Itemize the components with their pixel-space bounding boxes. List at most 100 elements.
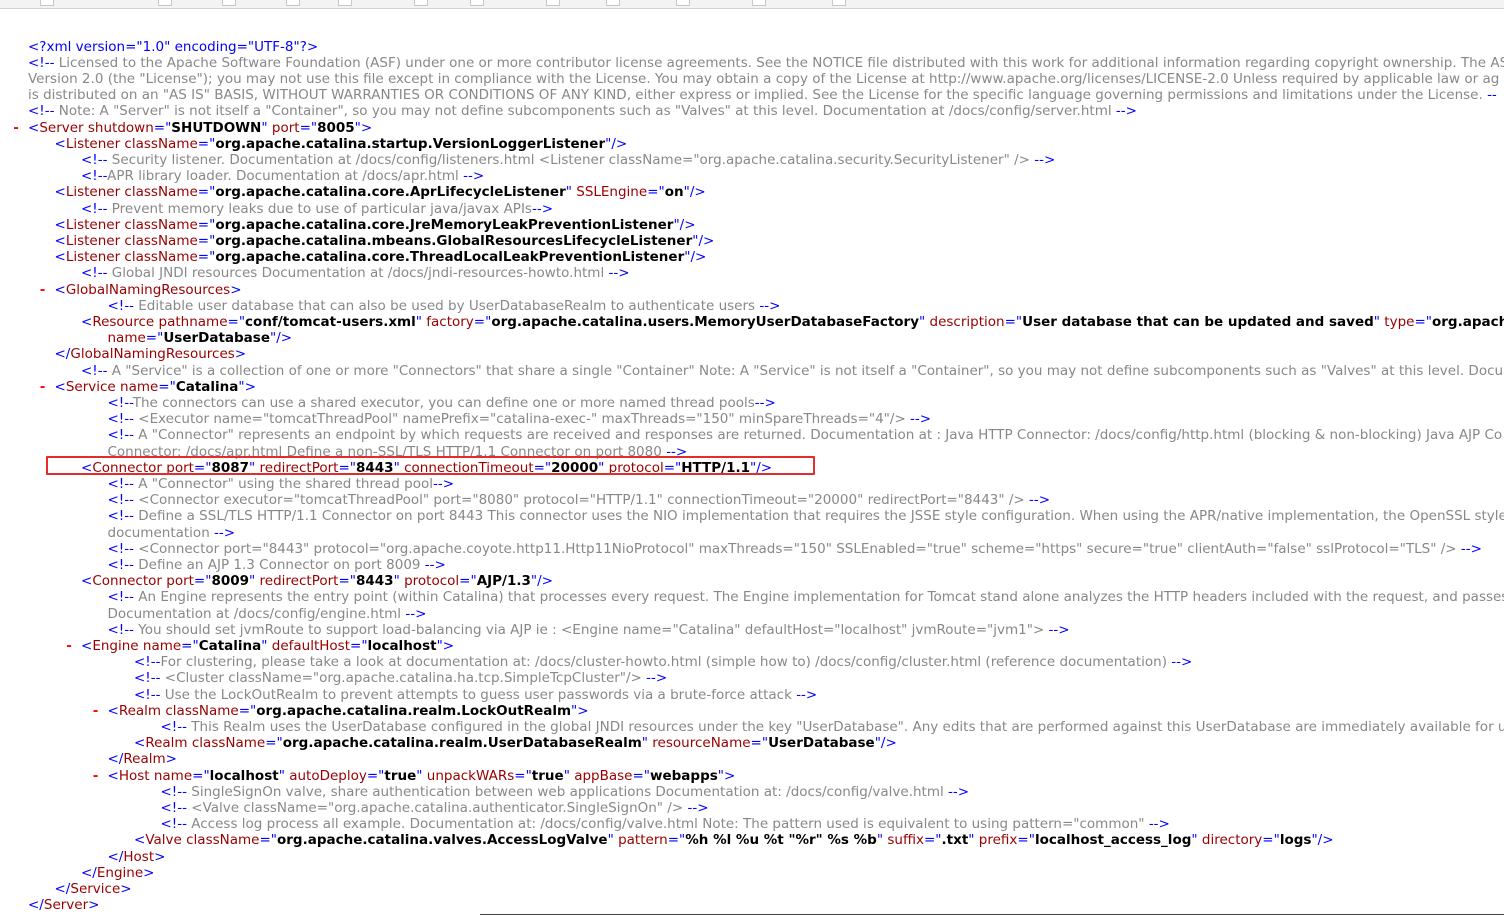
markup: =" xyxy=(153,119,172,136)
markup: --> xyxy=(796,686,818,703)
toolbar-edge xyxy=(0,0,1504,8)
markup: --> xyxy=(1115,103,1137,120)
markup: =" xyxy=(265,735,283,752)
markup: =" xyxy=(366,767,385,784)
attribute-value: org.apache.catalina.startup.VersionLogge… xyxy=(215,135,606,152)
xml-line: <Listener className="org.apache.catalina… xyxy=(55,249,707,265)
markup: =" xyxy=(197,135,216,152)
attribute-value: org.apache.catalina.mbeans.GlobalResourc… xyxy=(215,232,693,249)
markup: <!-- xyxy=(107,540,139,557)
markup: "/> xyxy=(692,232,715,249)
comment-text: <Cluster className="org.apache.catalina.… xyxy=(164,670,647,687)
markup: < xyxy=(81,459,93,476)
xml-line: <!-- A "Connector" using the shared thre… xyxy=(108,476,455,492)
attribute-name: name xyxy=(115,378,159,395)
markup: --> xyxy=(1048,621,1070,638)
collapse-toggle-icon[interactable]: - xyxy=(11,120,21,136)
tag-name: Realm xyxy=(118,702,162,719)
markup: =" xyxy=(632,767,651,784)
attribute-name: unpackWARs xyxy=(422,767,515,784)
markup: "/> xyxy=(530,573,553,590)
markup: =" xyxy=(145,330,164,347)
attribute-name: suffix xyxy=(883,832,924,849)
xml-line: name="UserDatabase"/> xyxy=(108,330,293,346)
attribute-value: true xyxy=(384,767,417,784)
attribute-name: className xyxy=(120,232,198,249)
comment-text: Global JNDI resources Documentation at /… xyxy=(111,265,609,282)
xml-line: <!-- <Connector executor="tomcatThreadPo… xyxy=(108,492,1051,508)
markup: <!-- xyxy=(107,475,139,492)
tag-name: Engine xyxy=(92,637,139,654)
xml-line: <!-- Security listener. Documentation at… xyxy=(81,152,1055,168)
markup: <!-- xyxy=(107,621,139,638)
markup: =" xyxy=(338,459,356,476)
markup: -- xyxy=(1487,87,1497,104)
markup: --> xyxy=(608,265,630,282)
markup: <!-- xyxy=(81,151,112,168)
tag-name: Listener xyxy=(65,216,121,233)
attribute-name: redirectPort xyxy=(255,573,339,590)
collapse-toggle-icon[interactable]: - xyxy=(64,638,74,654)
markup: "/> xyxy=(750,459,773,476)
xml-line: <!-- <Valve className="org.apache.catali… xyxy=(161,800,709,816)
attribute-value: %h %l %u %t "%r" %s %b xyxy=(685,832,877,849)
tag-name: Host xyxy=(123,848,155,865)
xml-line: <Connector port="8009" redirectPort="844… xyxy=(81,573,553,589)
markup: <!-- xyxy=(160,783,192,800)
attribute-name: shutdown xyxy=(83,119,154,136)
xml-line: <!-- <Executor name="tomcatThreadPool" n… xyxy=(108,411,932,427)
markup: --> xyxy=(531,200,554,217)
comment-text: Note: A "Server" is not itself a "Contai… xyxy=(58,103,1116,120)
markup: =" xyxy=(259,832,277,849)
xml-line: <Resource pathname="conf/tomcat-users.xm… xyxy=(81,314,1504,330)
attribute-name: factory xyxy=(421,313,474,330)
xml-line: <!-- Editable user database that can als… xyxy=(108,298,781,314)
collapse-toggle-icon[interactable]: - xyxy=(91,703,101,719)
markup: --> xyxy=(910,411,932,428)
xml-document-view[interactable]: <?xml version="1.0" encoding="UTF-8"?> <!… xyxy=(0,37,1504,916)
comment-text: Access log process all example. Document… xyxy=(191,816,1149,833)
attribute-value: AJP/1.3 xyxy=(476,573,531,590)
comment-text: documentation xyxy=(107,524,215,541)
markup: =" xyxy=(1262,832,1280,849)
markup: --> xyxy=(666,443,688,460)
attribute-value: SHUTDOWN xyxy=(171,119,262,136)
xml-line: <Realm className="org.apache.catalina.re… xyxy=(108,703,589,719)
collapse-toggle-icon[interactable]: - xyxy=(38,379,48,395)
attribute-name: protocol xyxy=(604,459,664,476)
markup: "/> xyxy=(1311,832,1334,849)
markup: < xyxy=(107,767,119,784)
markup: =" xyxy=(1004,313,1023,330)
xml-line: <!-- Define an AJP 1.3 Connector on port… xyxy=(108,557,446,573)
attribute-name: className xyxy=(161,702,239,719)
markup: =" xyxy=(350,637,368,654)
attribute-name: resourceName xyxy=(648,735,751,752)
markup: <!-- xyxy=(134,670,165,687)
comment-text: <Valve className="org.apache.catalina.au… xyxy=(191,799,688,816)
markup: > xyxy=(234,346,247,363)
collapse-toggle-icon[interactable]: - xyxy=(91,768,101,784)
markup: <!-- xyxy=(107,297,139,314)
attribute-value: User database that can be updated and sa… xyxy=(1022,313,1374,330)
markup: =" xyxy=(193,459,212,476)
xml-line: </Host> xyxy=(108,849,166,865)
markup: =" xyxy=(197,232,216,249)
tag-name: Server xyxy=(43,897,89,914)
xml-line: Connector: /docs/apr.html Define a non-S… xyxy=(108,444,688,460)
tag-name: Valve xyxy=(145,832,182,849)
attribute-name: connectionTimeout xyxy=(399,459,534,476)
markup: < xyxy=(54,135,66,152)
collapse-toggle-icon[interactable]: - xyxy=(38,282,48,298)
comment-text: SingleSignOn valve, share authentication… xyxy=(191,783,949,800)
attribute-name: className xyxy=(120,135,198,152)
attribute-value: 8087 xyxy=(211,459,250,476)
attribute-name: className xyxy=(187,735,266,752)
attribute-name: pattern xyxy=(613,832,668,849)
markup: --> xyxy=(214,524,236,541)
comment-text: <Executor name="tomcatThreadPool" namePr… xyxy=(138,411,911,428)
markup: <!-- xyxy=(107,556,139,573)
xml-line: </Realm> xyxy=(108,751,177,767)
attribute-name: pathname xyxy=(154,313,228,330)
markup: "/> xyxy=(874,735,897,752)
markup: > xyxy=(120,880,132,897)
